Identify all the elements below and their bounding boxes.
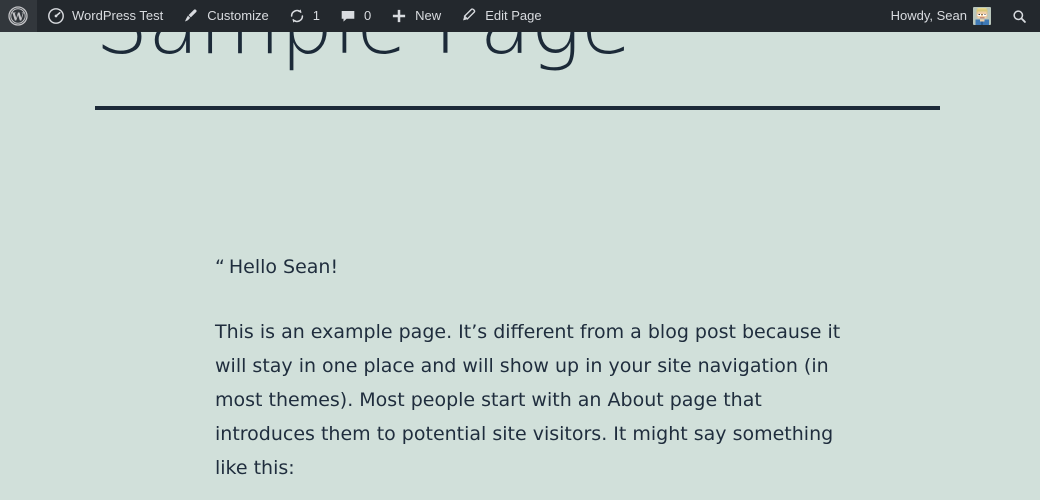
plus-icon [389,6,409,26]
comment-bubble-icon [338,6,358,26]
page-title: Sample Page [95,32,945,69]
edit-page-menu[interactable]: Edit Page [450,0,550,32]
wordpress-logo-button[interactable]: W [0,0,37,32]
customize-label: Customize [207,8,269,23]
pencil-icon [459,6,479,26]
admin-bar-right-group: Howdy, Sean [882,0,1040,32]
open-quote-glyph: “ [215,256,225,278]
updates-refresh-icon [287,6,307,26]
wordpress-logo-icon: W [8,6,28,26]
admin-bar-left-group: W WordPress Test Customize 1 0 New Edit … [0,0,551,32]
svg-text:W: W [11,11,25,24]
dashboard-speedometer-icon [46,6,66,26]
lead-paragraph: “Hello Sean! [215,250,855,284]
site-name-menu[interactable]: WordPress Test [37,0,172,32]
title-divider [95,106,940,111]
site-name-label: WordPress Test [72,8,164,23]
avatar [973,7,991,25]
paintbrush-icon [181,6,201,26]
comments-menu[interactable]: 0 [329,0,380,32]
comments-count: 0 [363,8,372,23]
my-account-menu[interactable]: Howdy, Sean [882,0,1000,32]
entry-header: Sample Page [95,32,945,111]
admin-bar: W WordPress Test Customize 1 0 New Edit … [0,0,1040,32]
edit-page-label: Edit Page [485,8,542,23]
lead-text: Hello Sean! [228,256,339,278]
search-button[interactable] [1000,0,1040,32]
site-content-area: Sample Page “Hello Sean! This is an exam… [0,32,1040,500]
updates-count: 1 [312,8,320,23]
updates-menu[interactable]: 1 [278,0,329,32]
customize-menu[interactable]: Customize [172,0,277,32]
new-content-label: New [415,8,442,23]
new-content-menu[interactable]: New [380,0,450,32]
body-paragraph: This is an example page. It’s different … [215,321,841,479]
entry-content: “Hello Sean! This is an example page. It… [215,250,855,500]
search-icon [1009,6,1029,26]
howdy-label: Howdy, Sean [890,8,967,23]
